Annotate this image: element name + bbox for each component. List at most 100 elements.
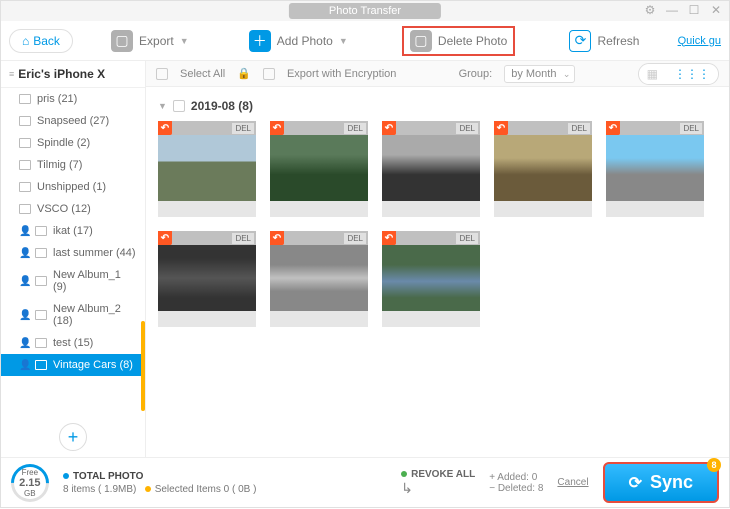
export-button[interactable]: ▢ Export ▼	[105, 26, 195, 56]
undo-icon[interactable]: ↶	[494, 121, 508, 135]
photo-thumbnail[interactable]: ↶DEL	[270, 121, 368, 217]
thumb-image	[606, 135, 704, 201]
view-grid-button[interactable]: ⋮⋮⋮	[666, 64, 718, 84]
view-toggle: ▦ ⋮⋮⋮	[638, 63, 719, 85]
revoke-arrow[interactable]: ↳	[401, 480, 475, 497]
sidebar-item[interactable]: 👤New Album_2 (18)	[1, 298, 145, 332]
encrypt-checkbox[interactable]	[263, 68, 275, 80]
album-icon	[35, 310, 47, 320]
export-label: Export	[139, 34, 174, 48]
sidebar: ≡ Eric's iPhone X pris (21)Snapseed (27)…	[1, 61, 146, 457]
group-value: by Month	[511, 68, 556, 80]
sidebar-item-label: last summer (44)	[53, 247, 136, 259]
added-text: + Added: 0	[489, 472, 543, 483]
select-all-checkbox[interactable]	[156, 68, 168, 80]
window-controls: ⚙ — ☐ ✕	[643, 3, 723, 17]
person-icon: 👤	[19, 276, 29, 286]
close-icon[interactable]: ✕	[709, 3, 723, 17]
group-checkbox[interactable]	[173, 100, 185, 112]
photo-thumbnail[interactable]: ↶DEL	[606, 121, 704, 217]
undo-icon[interactable]: ↶	[382, 231, 396, 245]
photo-thumbnail[interactable]: ↶ DEL	[494, 121, 592, 217]
del-badge: DEL	[232, 123, 254, 134]
group-label: Group:	[459, 68, 493, 80]
album-icon	[19, 160, 31, 170]
photo-thumbnail[interactable]: ↶DEL	[382, 121, 480, 217]
sidebar-item[interactable]: pris (21)	[1, 88, 145, 110]
thumb-header: ↶DEL	[270, 231, 368, 245]
encrypt-label: Export with Encryption	[287, 68, 396, 80]
sidebar-item[interactable]: Snapseed (27)	[1, 110, 145, 132]
thumb-image	[158, 245, 256, 311]
device-name: Eric's iPhone X	[18, 67, 105, 81]
sidebar-item[interactable]: 👤last summer (44)	[1, 242, 145, 264]
del-badge: DEL	[568, 123, 590, 134]
undo-icon[interactable]: ↶	[270, 121, 284, 135]
sidebar-item-label: Tilmig (7)	[37, 159, 82, 171]
titlebar: Photo Transfer ⚙ — ☐ ✕	[1, 1, 729, 21]
thumb-footer	[158, 201, 256, 217]
total-photo-text: 8 items ( 1.9MB)	[63, 484, 136, 495]
sidebar-item[interactable]: Unshipped (1)	[1, 176, 145, 198]
photo-thumbnail[interactable]: ↶DEL	[382, 231, 480, 327]
sidebar-item[interactable]: 👤test (15)	[1, 332, 145, 354]
gauge-unit: GB	[19, 489, 40, 498]
back-button[interactable]: ⌂ Back	[9, 29, 73, 53]
sub-toolbar: Select All 🔒 Export with Encryption Grou…	[146, 61, 729, 87]
refresh-icon: ⟳	[569, 30, 591, 52]
sync-label: Sync	[650, 472, 693, 493]
view-large-button[interactable]: ▦	[639, 64, 666, 84]
person-icon: 👤	[19, 338, 29, 348]
add-photo-button[interactable]: ＋ Add Photo ▼	[243, 26, 354, 56]
photo-thumbnail[interactable]: ↶ DEL	[158, 231, 256, 327]
undo-icon[interactable]: ↶	[382, 121, 396, 135]
album-icon	[35, 226, 47, 236]
select-all-label: Select All	[180, 68, 225, 80]
sidebar-item-label: Spindle (2)	[37, 137, 90, 149]
thumb-footer	[606, 201, 704, 217]
gauge-free-label: Free	[19, 468, 40, 477]
person-icon: 👤	[19, 360, 29, 370]
chevron-down-icon: ⌄	[563, 69, 571, 80]
lock-icon: 🔒	[237, 67, 251, 80]
del-badge: DEL	[232, 233, 254, 244]
group-dropdown[interactable]: by Month ⌄	[504, 65, 575, 83]
sidebar-scrollbar[interactable]	[141, 321, 145, 411]
album-icon	[35, 276, 47, 286]
album-icon	[19, 116, 31, 126]
person-icon: 👤	[19, 226, 29, 236]
undo-icon[interactable]: ↶	[158, 121, 172, 135]
cancel-button[interactable]: Cancel	[557, 477, 588, 488]
album-icon	[35, 338, 47, 348]
maximize-icon[interactable]: ☐	[687, 3, 701, 17]
sidebar-item[interactable]: 👤New Album_1 (9)	[1, 264, 145, 298]
minimize-icon[interactable]: —	[665, 3, 679, 17]
total-photo-label: TOTAL PHOTO	[73, 471, 143, 482]
body: ≡ Eric's iPhone X pris (21)Snapseed (27)…	[1, 61, 729, 457]
delete-photo-button[interactable]: ▢ Delete Photo	[402, 26, 515, 56]
settings-icon[interactable]: ⚙	[643, 3, 657, 17]
sidebar-item[interactable]: 👤Vintage Cars (8)	[1, 354, 145, 376]
sync-button[interactable]: ⟳ Sync 8	[603, 462, 719, 503]
window-title: Photo Transfer	[289, 3, 441, 19]
toolbar: ⌂ Back ▢ Export ▼ ＋ Add Photo ▼ ▢ Delete…	[1, 21, 729, 61]
sidebar-item[interactable]: Tilmig (7)	[1, 154, 145, 176]
undo-icon[interactable]: ↶	[606, 121, 620, 135]
add-album-button[interactable]: +	[59, 423, 87, 451]
thumb-header: ↶DEL	[606, 121, 704, 135]
sidebar-item[interactable]: Spindle (2)	[1, 132, 145, 154]
sidebar-item[interactable]: VSCO (12)	[1, 198, 145, 220]
stats-block: TOTAL PHOTO 8 items ( 1.9MB) Selected It…	[63, 471, 256, 495]
footer: Free 2.15 GB TOTAL PHOTO 8 items ( 1.9MB…	[1, 457, 729, 507]
device-header[interactable]: ≡ Eric's iPhone X	[1, 61, 145, 88]
photo-thumbnail[interactable]: ↶DEL	[270, 231, 368, 327]
thumb-header: ↶ DEL	[158, 121, 256, 135]
group-header[interactable]: ▼ 2019-08 (8)	[158, 95, 717, 121]
quick-guide-link[interactable]: Quick gu	[678, 35, 721, 47]
undo-icon[interactable]: ↶	[270, 231, 284, 245]
sidebar-item[interactable]: 👤ikat (17)	[1, 220, 145, 242]
album-icon	[19, 182, 31, 192]
refresh-button[interactable]: ⟳ Refresh	[563, 26, 645, 56]
photo-thumbnail[interactable]: ↶ DEL	[158, 121, 256, 217]
undo-icon[interactable]: ↶	[158, 231, 172, 245]
